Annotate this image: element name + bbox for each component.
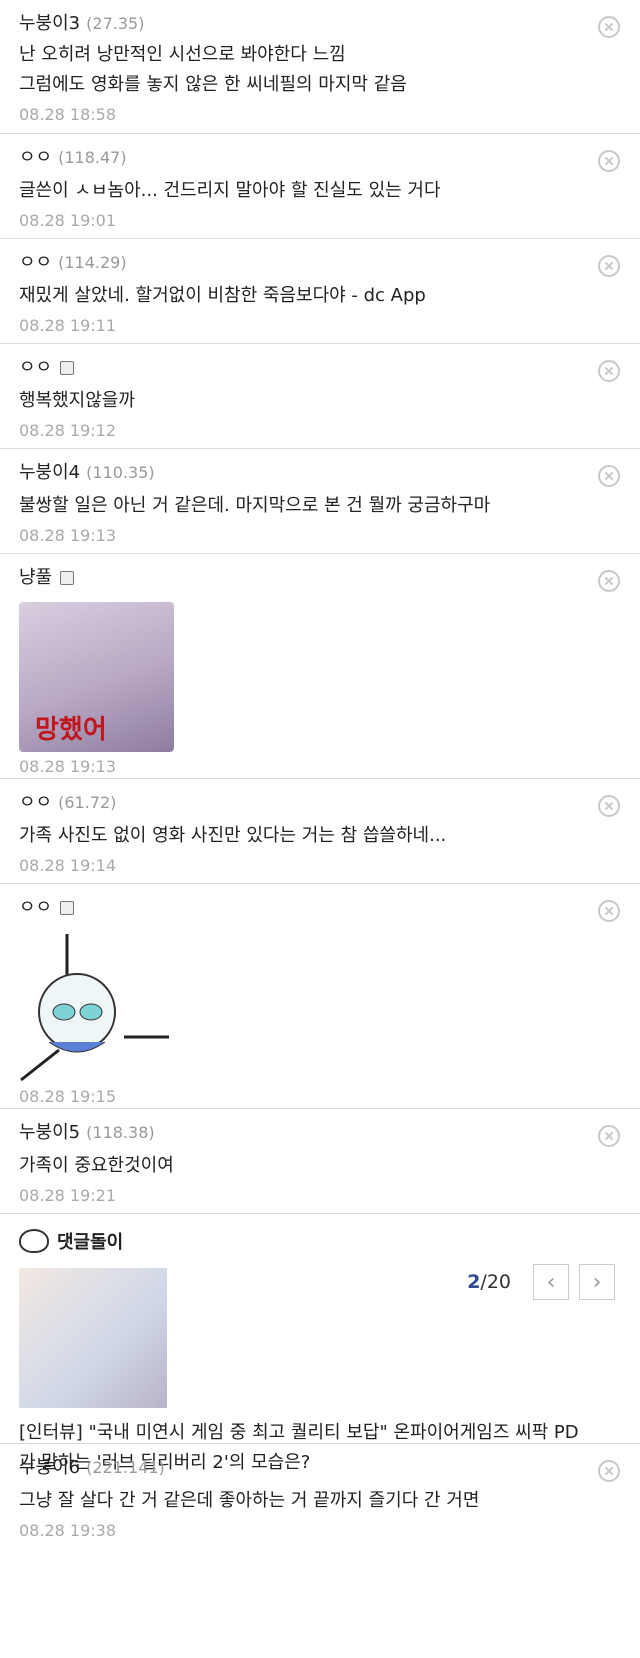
ip-label: (110.35) — [86, 463, 155, 482]
comment-text: 행복했지않을까 — [19, 390, 135, 411]
comment-list: 누붕이3 (27.35) 난 오히려 낭만적인 시선으로 봐야한다 느낌 그럼에… — [0, 0, 640, 1549]
mobile-icon — [60, 361, 75, 375]
nickname[interactable]: 누붕이4 — [19, 461, 80, 485]
nickname[interactable]: ㅇㅇ — [19, 791, 52, 815]
nickname[interactable]: ㅇㅇ — [19, 146, 52, 170]
comment-item: ㅇㅇ 행복했지않을까 08.28 19:12 — [0, 344, 640, 449]
nickname[interactable]: ㅇㅇ — [19, 251, 52, 275]
ip-label: (118.38) — [86, 1123, 155, 1142]
delete-icon[interactable] — [598, 255, 620, 277]
nickname[interactable]: 누붕이6 — [19, 1456, 80, 1480]
ip-label: (114.29) — [58, 253, 127, 272]
comment-text: 난 오히려 낭만적인 시선으로 봐야한다 느낌 그럼에도 영화를 놓지 않은 한… — [19, 44, 407, 95]
comment-text: 불쌍할 일은 아닌 거 같은데. 마지막으로 본 건 뭘까 궁금하구마 — [19, 495, 491, 516]
comment-item: 누붕이5 (118.38) 가족이 중요한것이여 08.28 19:21 — [0, 1109, 640, 1214]
next-arrow-icon[interactable]: › — [579, 1264, 615, 1300]
mobile-icon — [60, 571, 75, 585]
nickname[interactable]: ㅇㅇ — [19, 896, 52, 920]
nickname[interactable]: ㅇㅇ — [19, 356, 52, 380]
comment-date: 08.28 19:15 — [19, 1087, 116, 1106]
delete-icon[interactable] — [598, 900, 620, 922]
ip-label: (27.35) — [86, 14, 145, 33]
nickname[interactable]: 누붕이3 — [19, 12, 80, 36]
comment-item: 누붕이3 (27.35) 난 오히려 낭만적인 시선으로 봐야한다 느낌 그럼에… — [0, 0, 640, 134]
delete-icon[interactable] — [598, 360, 620, 382]
dccon-sticker[interactable] — [19, 932, 174, 1082]
comment-item: ㅇㅇ (61.72) 가족 사진도 없이 영화 사진만 있다는 거는 참 씁쓸하네… — [0, 779, 640, 884]
comment-ad-block[interactable]: 댓글돌이 [인터뷰] "국내 미연시 게임 중 최고 퀄리티 보답" 온파이어게… — [0, 1214, 640, 1473]
comment-text: 그냥 잘 살다 간 거 같은데 좋아하는 거 끝까지 즐기다 간 거면 — [19, 1490, 480, 1511]
comment-text: 재밌게 살았네. 할거없이 비참한 죽음보다야 - dc App — [19, 285, 426, 306]
prev-arrow-icon[interactable]: ‹ — [533, 1264, 569, 1300]
nickname[interactable]: 누붕이5 — [19, 1121, 80, 1145]
comment-date: 08.28 19:11 — [19, 316, 116, 335]
comment-date: 08.28 19:12 — [19, 421, 116, 440]
ad-thumbnail[interactable] — [19, 1268, 167, 1408]
nickname[interactable]: 냥풀 — [19, 566, 52, 590]
delete-icon[interactable] — [598, 465, 620, 487]
comment-image[interactable]: 망했어 — [19, 602, 174, 752]
image-caption: 망했어 — [35, 715, 107, 745]
comment-date: 08.28 19:01 — [19, 211, 116, 230]
ip-label: (118.47) — [58, 148, 127, 167]
delete-icon[interactable] — [598, 150, 620, 172]
ip-label: (221.141) — [86, 1458, 165, 1477]
delete-icon[interactable] — [598, 795, 620, 817]
mobile-icon — [60, 901, 75, 915]
ip-label: (61.72) — [58, 793, 117, 812]
page-total: /20 — [480, 1271, 511, 1293]
delete-icon[interactable] — [598, 16, 620, 38]
comment-text: 글쓴이 ㅅㅂ놈아... 건드리지 말아야 할 진실도 있는 거다 — [19, 180, 441, 201]
comment-item: 누붕이4 (110.35) 불쌍할 일은 아닌 거 같은데. 마지막으로 본 건 … — [0, 449, 640, 554]
comment-date: 08.28 19:13 — [19, 757, 116, 776]
comment-item: ㅇㅇ (114.29) 재밌게 살았네. 할거없이 비참한 죽음보다야 - dc … — [0, 239, 640, 344]
ad-label: 댓글돌이 — [57, 1232, 124, 1253]
dalgeuldol-icon — [19, 1229, 49, 1253]
comment-text: 가족이 중요한것이여 — [19, 1155, 174, 1176]
comment-date: 08.28 19:38 — [19, 1521, 116, 1540]
comment-item: 냥풀 망했어 08.28 19:13 — [0, 554, 640, 779]
comment-date: 08.28 19:13 — [19, 526, 116, 545]
comment-item: ㅇㅇ (118.47) 글쓴이 ㅅㅂ놈아... 건드리지 말아야 할 진실도 있는… — [0, 134, 640, 239]
comment-text: 가족 사진도 없이 영화 사진만 있다는 거는 참 씁쓸하네... — [19, 825, 447, 846]
comment-date: 08.28 19:21 — [19, 1186, 116, 1205]
delete-icon[interactable] — [598, 1125, 620, 1147]
ad-pager: 2/20 ‹ › — [467, 1264, 615, 1300]
comment-item: ㅇㅇ 08.28 19:15 — [0, 884, 640, 1109]
comment-date: 08.28 19:14 — [19, 856, 116, 875]
comment-item: 누붕이6 (221.141) 그냥 잘 살다 간 거 같은데 좋아하는 거 끝까지… — [0, 1444, 640, 1549]
delete-icon[interactable] — [598, 570, 620, 592]
delete-icon[interactable] — [598, 1460, 620, 1482]
page-current: 2 — [467, 1271, 481, 1293]
comment-date: 08.28 18:58 — [19, 105, 116, 124]
